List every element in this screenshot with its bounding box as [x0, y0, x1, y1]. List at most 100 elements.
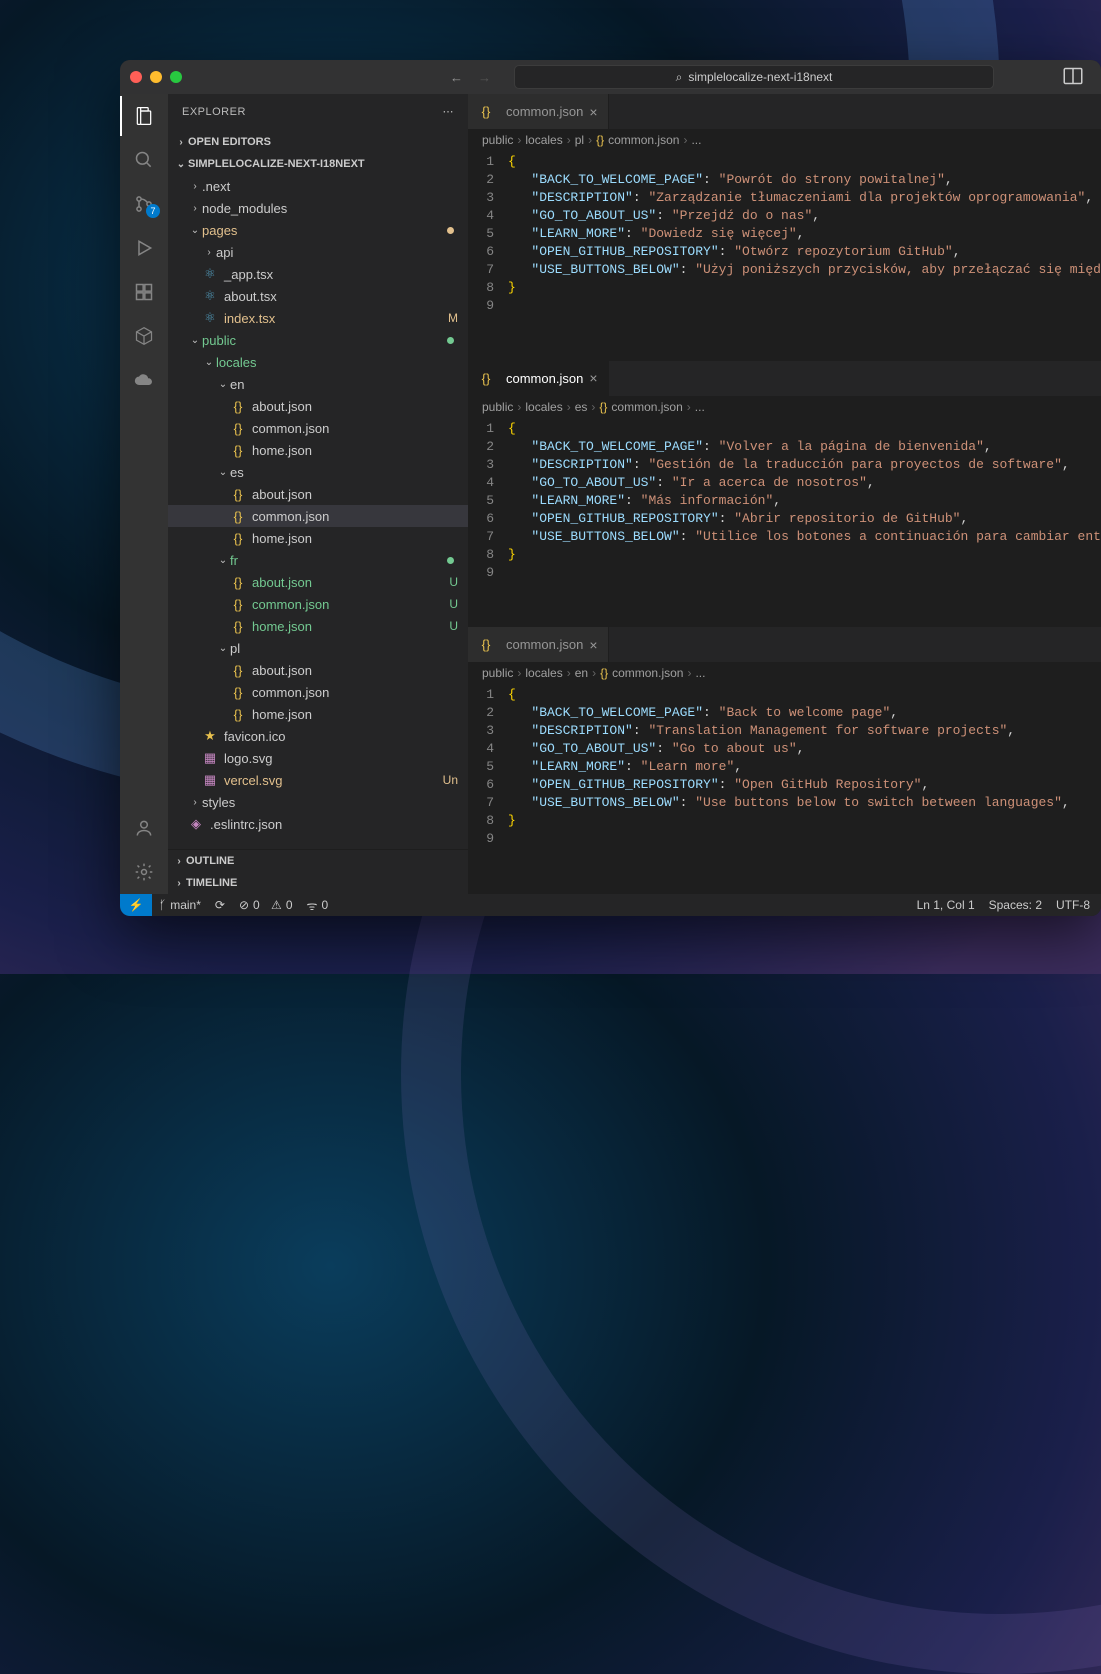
file-app-tsx[interactable]: ⚛_app.tsx [168, 263, 468, 285]
folder-pl[interactable]: ⌄pl [168, 637, 468, 659]
project-root[interactable]: ⌄SIMPLELOCALIZE-NEXT-I18NEXT [168, 153, 468, 175]
port-status[interactable]: ᯤ0 [300, 897, 336, 914]
sync-button[interactable]: ⟳ [208, 898, 232, 912]
scm-icon[interactable]: 7 [132, 192, 156, 216]
breadcrumb[interactable]: public›locales›es›{} common.json›... [468, 396, 1101, 418]
breadcrumb-segment: public [482, 666, 513, 680]
file-es-home[interactable]: {}home.json [168, 527, 468, 549]
file-fr-home[interactable]: {}home.jsonU [168, 615, 468, 637]
code-editor[interactable]: 123456789{ "BACK_TO_WELCOME_PAGE": "Powr… [468, 151, 1101, 360]
code-content[interactable]: { "BACK_TO_WELCOME_PAGE": "Volver a la p… [508, 418, 1101, 627]
account-icon[interactable] [132, 816, 156, 840]
file-pl-home[interactable]: {}home.json [168, 703, 468, 725]
scm-badge: 7 [146, 204, 160, 218]
indentation-status[interactable]: Spaces: 2 [982, 898, 1049, 912]
json-icon: {} [599, 400, 607, 414]
eslint-icon: ◈ [188, 816, 204, 832]
close-tab-icon[interactable]: × [589, 104, 597, 120]
json-icon: {} [596, 133, 604, 147]
search-activity-icon[interactable] [132, 148, 156, 172]
settings-gear-icon[interactable] [132, 860, 156, 884]
tab-bar: {}common.json× [468, 361, 1101, 396]
json-icon: {} [230, 619, 246, 634]
layout-panel-icon[interactable] [1063, 66, 1083, 89]
breadcrumb-segment: locales [525, 133, 562, 147]
json-icon: {} [230, 443, 246, 458]
file-en-about[interactable]: {}about.json [168, 395, 468, 417]
file-about-tsx[interactable]: ⚛about.tsx [168, 285, 468, 307]
folder-node-modules[interactable]: ›node_modules [168, 197, 468, 219]
file-label: _app.tsx [224, 267, 273, 282]
file-index-tsx[interactable]: ⚛index.tsxM [168, 307, 468, 329]
git-branch-status[interactable]: ᚶmain* [152, 898, 208, 912]
breadcrumb-segment: en [575, 666, 588, 680]
code-editor[interactable]: 123456789{ "BACK_TO_WELCOME_PAGE": "Back… [468, 684, 1101, 893]
file-vercel-svg[interactable]: ▦vercel.svgUn [168, 769, 468, 791]
image-icon: ▦ [202, 750, 218, 766]
encoding-status[interactable]: UTF-8 [1049, 898, 1097, 912]
file-es-common[interactable]: {}common.json [168, 505, 468, 527]
open-editors-section[interactable]: ›OPEN EDITORS [168, 131, 468, 153]
folder-pages[interactable]: ⌄pages [168, 219, 468, 241]
folder-api[interactable]: ›api [168, 241, 468, 263]
file-pl-about[interactable]: {}about.json [168, 659, 468, 681]
folder-next[interactable]: ›.next [168, 175, 468, 197]
folder-label: es [230, 465, 244, 480]
folder-es[interactable]: ⌄es [168, 461, 468, 483]
folder-styles[interactable]: ›styles [168, 791, 468, 813]
editor-tab[interactable]: {}common.json× [468, 94, 609, 129]
editor-pane-es: {}common.json×public›locales›es›{} commo… [468, 361, 1101, 628]
command-center[interactable]: ⌕ simplelocalize-next-i18next [514, 65, 994, 89]
close-window-button[interactable] [130, 71, 142, 83]
code-content[interactable]: { "BACK_TO_WELCOME_PAGE": "Back to welco… [508, 684, 1101, 893]
line-gutter: 123456789 [468, 418, 508, 627]
file-fr-common[interactable]: {}common.jsonU [168, 593, 468, 615]
timeline-section[interactable]: ›TIMELINE [168, 872, 468, 894]
file-es-about[interactable]: {}about.json [168, 483, 468, 505]
file-label: common.json [252, 685, 329, 700]
file-eslintrc[interactable]: ◈.eslintrc.json [168, 813, 468, 835]
cursor-position[interactable]: Ln 1, Col 1 [910, 898, 982, 912]
file-label: index.tsx [224, 311, 275, 326]
nav-forward-icon[interactable]: → [478, 70, 491, 85]
breadcrumb[interactable]: public›locales›pl›{} common.json›... [468, 129, 1101, 151]
cloud-icon[interactable] [132, 368, 156, 392]
debug-icon[interactable] [132, 236, 156, 260]
file-en-home[interactable]: {}home.json [168, 439, 468, 461]
folder-label: pl [230, 641, 240, 656]
sidebar-more-icon[interactable]: ⋯ [443, 105, 455, 118]
editor-tab[interactable]: {}common.json× [468, 361, 609, 396]
explorer-icon[interactable] [132, 104, 156, 128]
outline-section[interactable]: ›OUTLINE [168, 850, 468, 872]
cube-icon[interactable] [132, 324, 156, 348]
file-favicon[interactable]: ★favicon.ico [168, 725, 468, 747]
file-pl-common[interactable]: {} common.json [168, 681, 468, 703]
file-logo-svg[interactable]: ▦logo.svg [168, 747, 468, 769]
breadcrumb-segment: ... [695, 666, 705, 680]
folder-locales[interactable]: ⌄locales [168, 351, 468, 373]
file-label: vercel.svg [224, 773, 283, 788]
breadcrumb[interactable]: public›locales›en›{} common.json›... [468, 662, 1101, 684]
file-label: about.json [252, 663, 312, 678]
folder-en[interactable]: ⌄en [168, 373, 468, 395]
search-text: simplelocalize-next-i18next [688, 70, 832, 84]
close-tab-icon[interactable]: × [589, 370, 597, 386]
file-fr-about[interactable]: {}about.jsonU [168, 571, 468, 593]
folder-fr[interactable]: ⌄fr [168, 549, 468, 571]
nav-back-icon[interactable]: ← [450, 70, 463, 85]
close-tab-icon[interactable]: × [589, 637, 597, 653]
file-en-common[interactable]: {}common.json [168, 417, 468, 439]
code-content[interactable]: { "BACK_TO_WELCOME_PAGE": "Powrót do str… [508, 151, 1101, 360]
json-icon: {} [230, 685, 246, 700]
file-label: home.json [252, 707, 312, 722]
problems-status[interactable]: ⊘0 ⚠0 [232, 898, 300, 912]
editor-tab[interactable]: {}common.json× [468, 627, 609, 662]
folder-public[interactable]: ⌄public [168, 329, 468, 351]
code-editor[interactable]: 123456789{ "BACK_TO_WELCOME_PAGE": "Volv… [468, 418, 1101, 627]
maximize-window-button[interactable] [170, 71, 182, 83]
folder-label: .next [202, 179, 230, 194]
extensions-icon[interactable] [132, 280, 156, 304]
minimize-window-button[interactable] [150, 71, 162, 83]
remote-button[interactable]: ⚡ [120, 894, 152, 916]
sidebar-title: EXPLORER [182, 106, 246, 118]
